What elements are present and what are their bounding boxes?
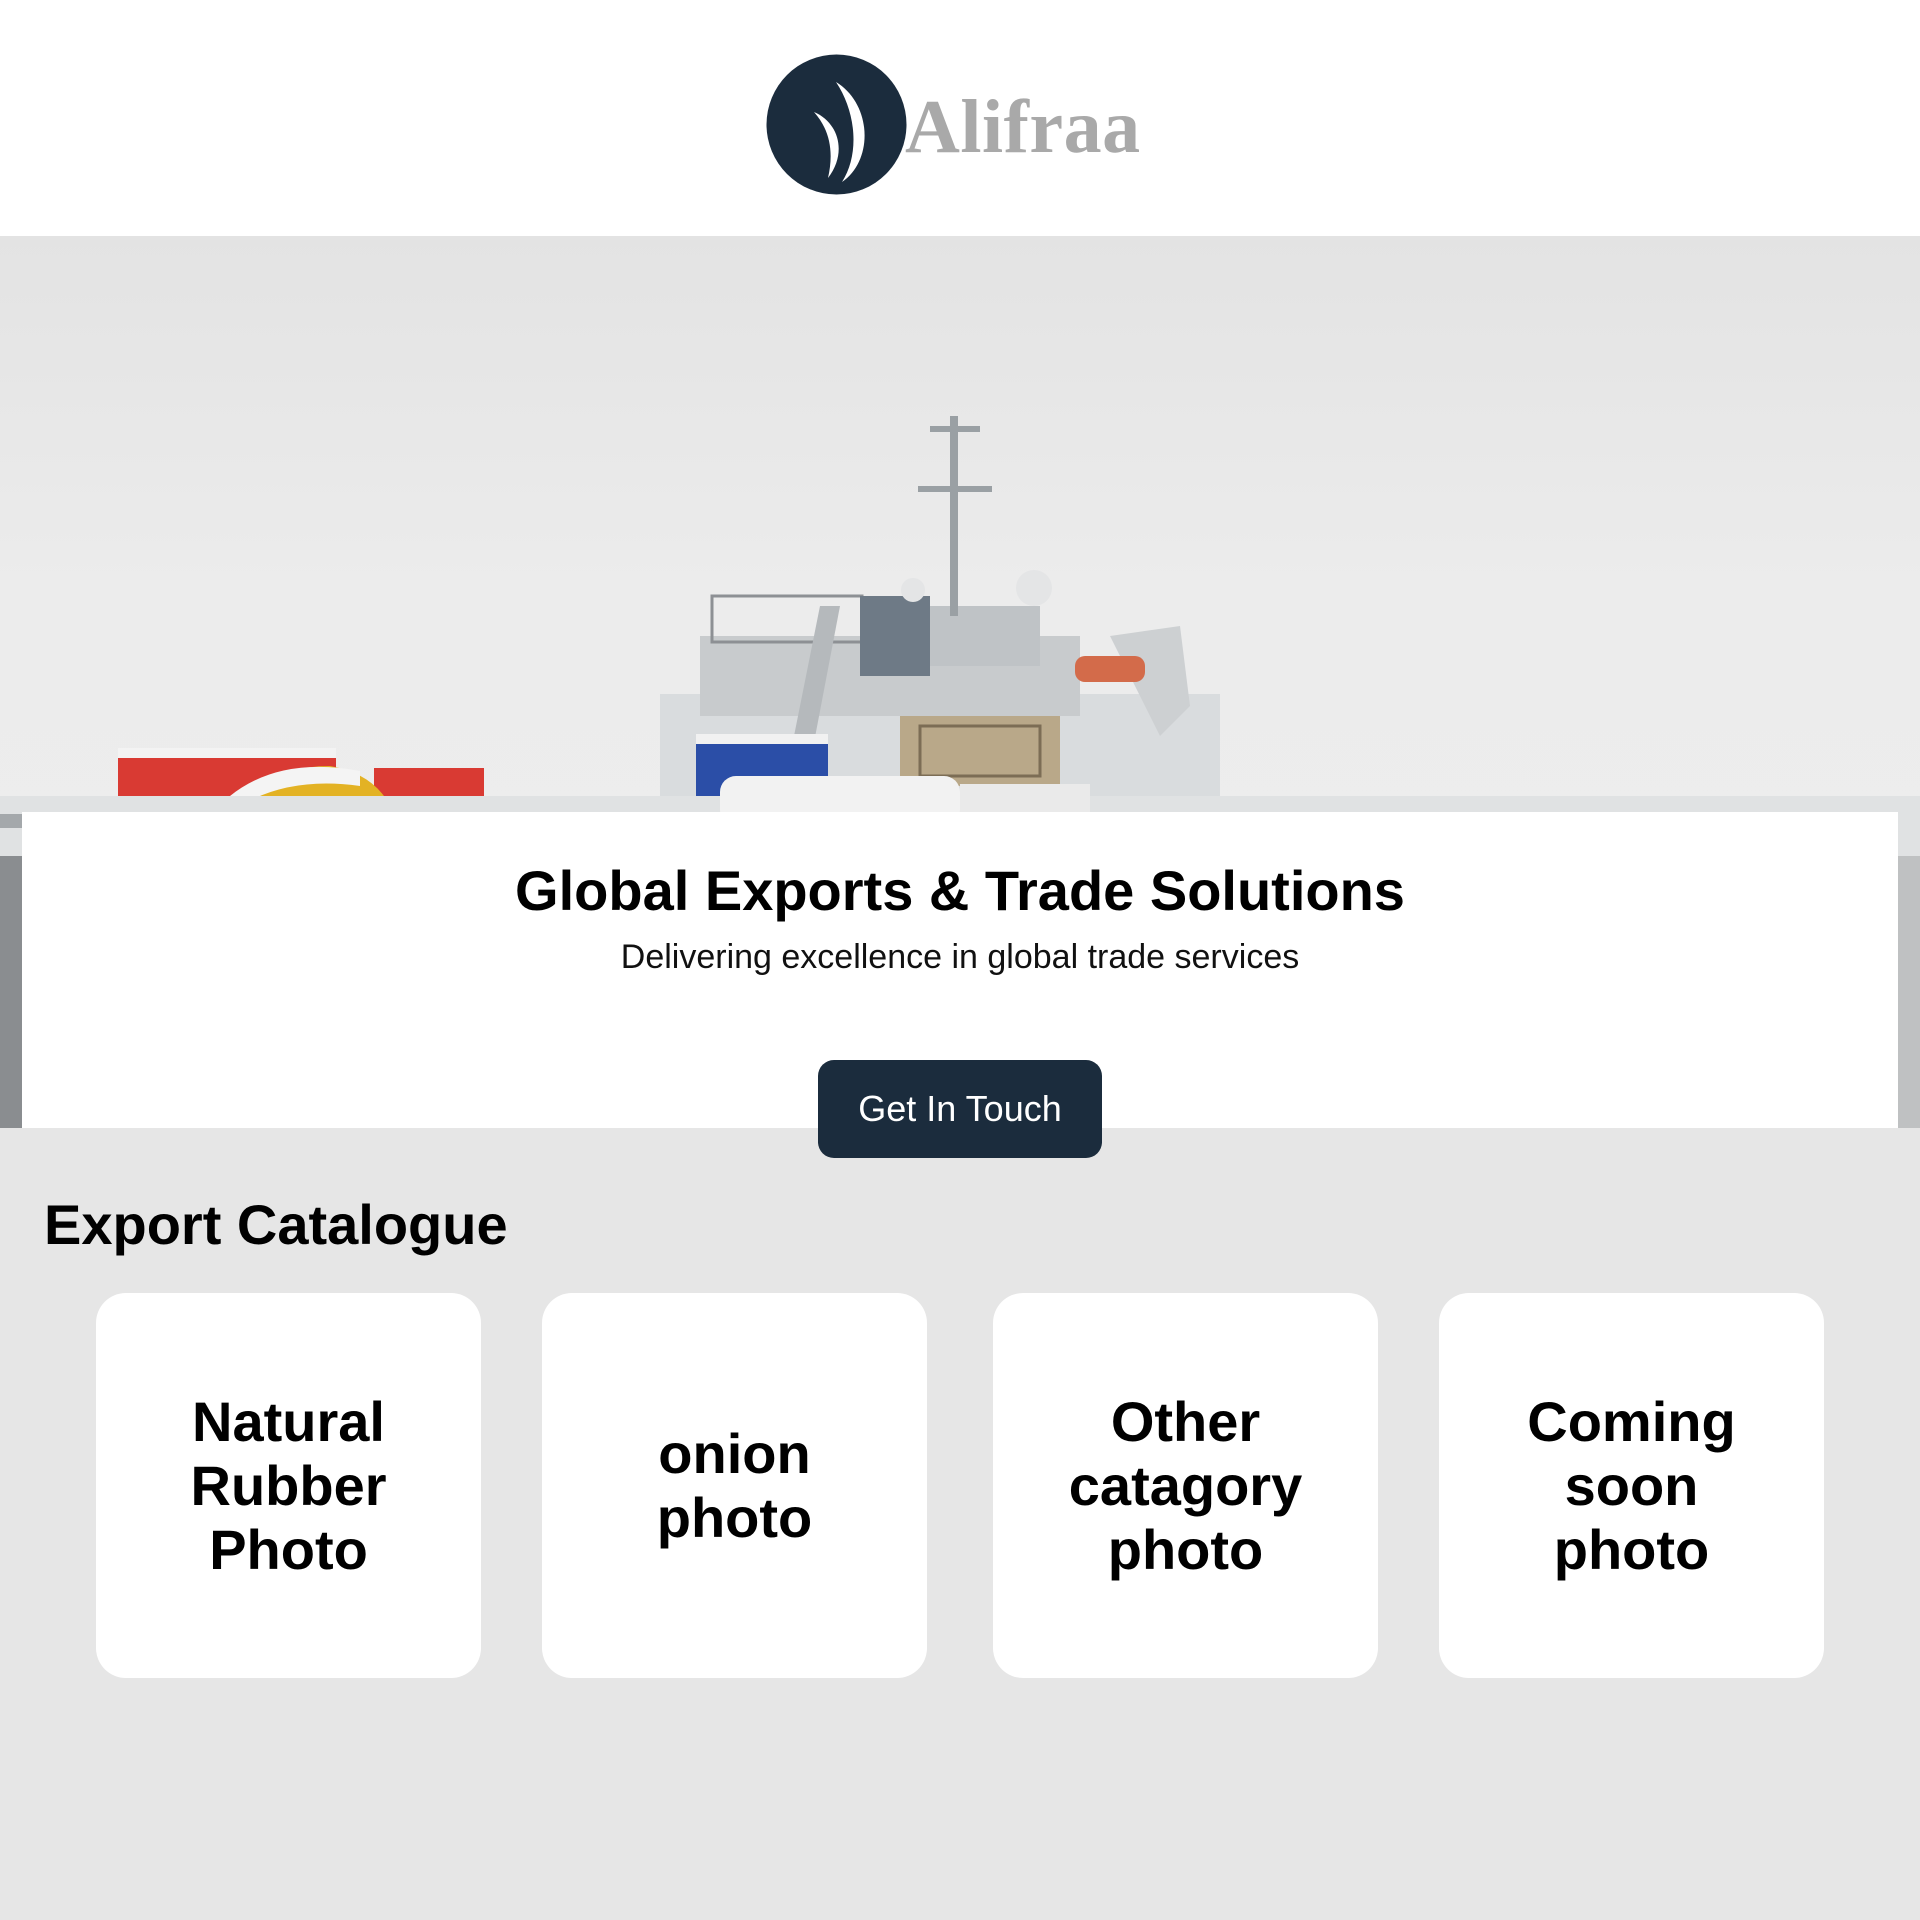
brand-logo[interactable]: Alifraa [764,52,1141,197]
catalogue-title: Export Catalogue [44,1193,508,1256]
hero-title: Global Exports & Trade Solutions [515,859,1405,922]
catalogue-card-coming-soon[interactable]: Coming soon photo [1439,1293,1824,1678]
hero-subtitle: Delivering excellence in global trade se… [620,938,1300,976]
catalogue-card-onion[interactable]: onion photo [542,1293,927,1678]
page: Alifraa Global Exports & Trade Solutions… [0,0,1920,1920]
catalogue-card-label: Natural Rubber Photo [190,1389,387,1581]
catalogue-card-label: Coming soon photo [1527,1389,1736,1581]
get-in-touch-button[interactable]: Get In Touch [818,1060,1102,1158]
catalogue-card-label: onion photo [656,1421,813,1549]
catalogue-card-label: Other catagory photo [1068,1389,1303,1581]
catalogue-card-natural-rubber[interactable]: Natural Rubber Photo [96,1293,481,1678]
site-header: Alifraa [0,0,1920,236]
brand-name: Alifraa [905,85,1141,169]
catalogue-card-other-category[interactable]: Other catagory photo [993,1293,1378,1678]
sail-moon-logo-icon [766,54,907,195]
